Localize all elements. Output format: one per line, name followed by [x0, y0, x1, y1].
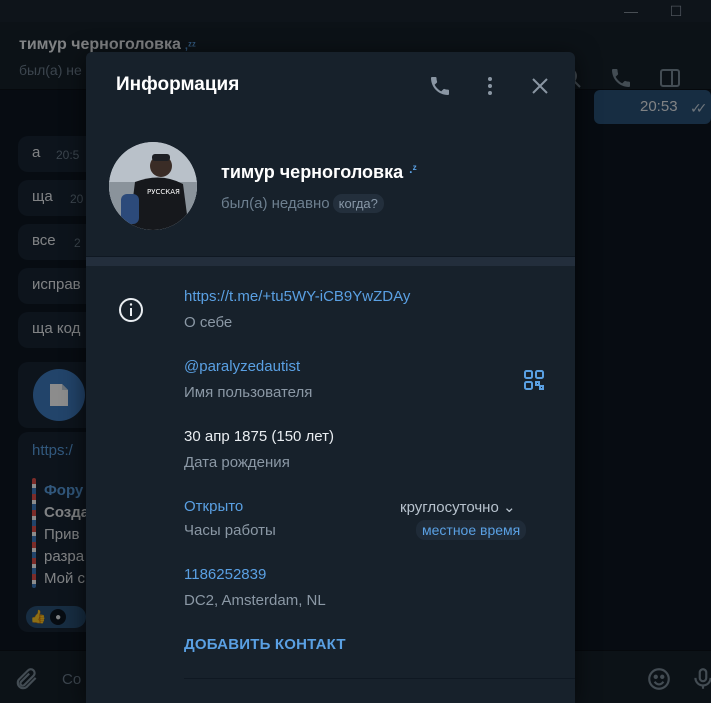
username-value[interactable]: @paralyzedautist: [184, 358, 300, 375]
datacenter-label: DC2, Amsterdam, NL: [184, 592, 326, 609]
sleep-emoji-icon: .ᶻ: [409, 162, 417, 176]
svg-text:РУССКАЯ: РУССКАЯ: [147, 188, 180, 196]
user-info-panel: Информация РУССКАЯ тимур черноголовка .ᶻ …: [86, 52, 575, 703]
phone-icon[interactable]: [428, 74, 452, 98]
hours-label: Часы работы: [184, 522, 276, 539]
avatar[interactable]: РУССКАЯ: [109, 142, 197, 230]
panel-title: Информация: [116, 74, 240, 95]
close-icon[interactable]: [528, 74, 552, 98]
username-label: Имя пользователя: [184, 384, 313, 401]
bio-link[interactable]: https://t.me/+tu5WY-iCB9YwZDAy: [184, 288, 410, 305]
info-icon: [119, 298, 143, 322]
section-divider: [184, 678, 575, 679]
qr-code-icon[interactable]: [522, 368, 546, 392]
more-options-icon[interactable]: [478, 74, 502, 98]
chevron-down-icon: ⌄: [502, 499, 516, 516]
bio-label: О себе: [184, 314, 233, 331]
hours-status: Открыто: [184, 498, 244, 515]
when-pill[interactable]: когда?: [332, 194, 384, 213]
hours-dropdown[interactable]: круглосуточно ⌄: [400, 498, 516, 516]
profile-name: тимур черноголовка .ᶻ: [221, 162, 417, 182]
user-id-value[interactable]: 1186252839: [184, 566, 266, 583]
add-contact-button[interactable]: ДОБАВИТЬ КОНТАКТ: [184, 636, 346, 653]
profile-status: был(а) недавно когда?: [221, 194, 384, 213]
birthday-value: 30 апр 1875 (150 лет): [184, 428, 335, 445]
birthday-label: Дата рождения: [184, 454, 290, 471]
section-divider: [86, 256, 575, 266]
local-time-toggle[interactable]: местное время: [416, 520, 527, 540]
